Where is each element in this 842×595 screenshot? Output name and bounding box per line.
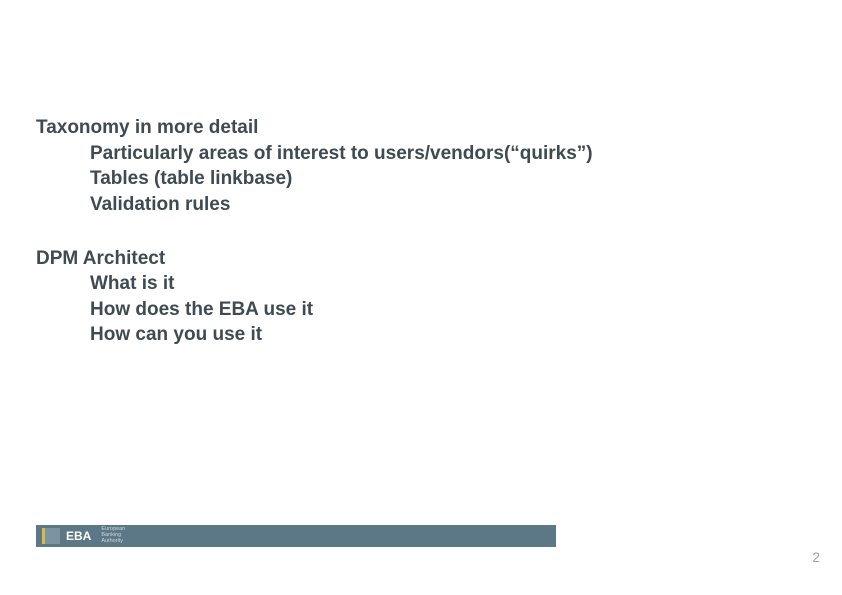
bullet-item: Tables (table linkbase) — [90, 166, 802, 192]
slide-content: Taxonomy in more detail Particularly are… — [36, 115, 802, 376]
footer-brand-bar: EBA European Banking Authority — [36, 525, 556, 547]
section-title: DPM Architect — [36, 246, 802, 272]
bullet-item: Validation rules — [90, 192, 802, 218]
page-number: 2 — [812, 549, 820, 565]
brand-abbrev: EBA — [66, 529, 91, 543]
eba-logo-icon — [42, 528, 60, 544]
bullet-item: How can you use it — [90, 322, 802, 348]
section-dpm-architect: DPM Architect What is it How does the EB… — [36, 246, 802, 349]
bullet-item: Particularly areas of interest to users/… — [90, 141, 802, 167]
section-taxonomy: Taxonomy in more detail Particularly are… — [36, 115, 802, 218]
bullet-item: How does the EBA use it — [90, 297, 802, 323]
brand-fullname: European Banking Authority — [101, 527, 125, 544]
bullet-item: What is it — [90, 271, 802, 297]
section-title: Taxonomy in more detail — [36, 115, 802, 141]
